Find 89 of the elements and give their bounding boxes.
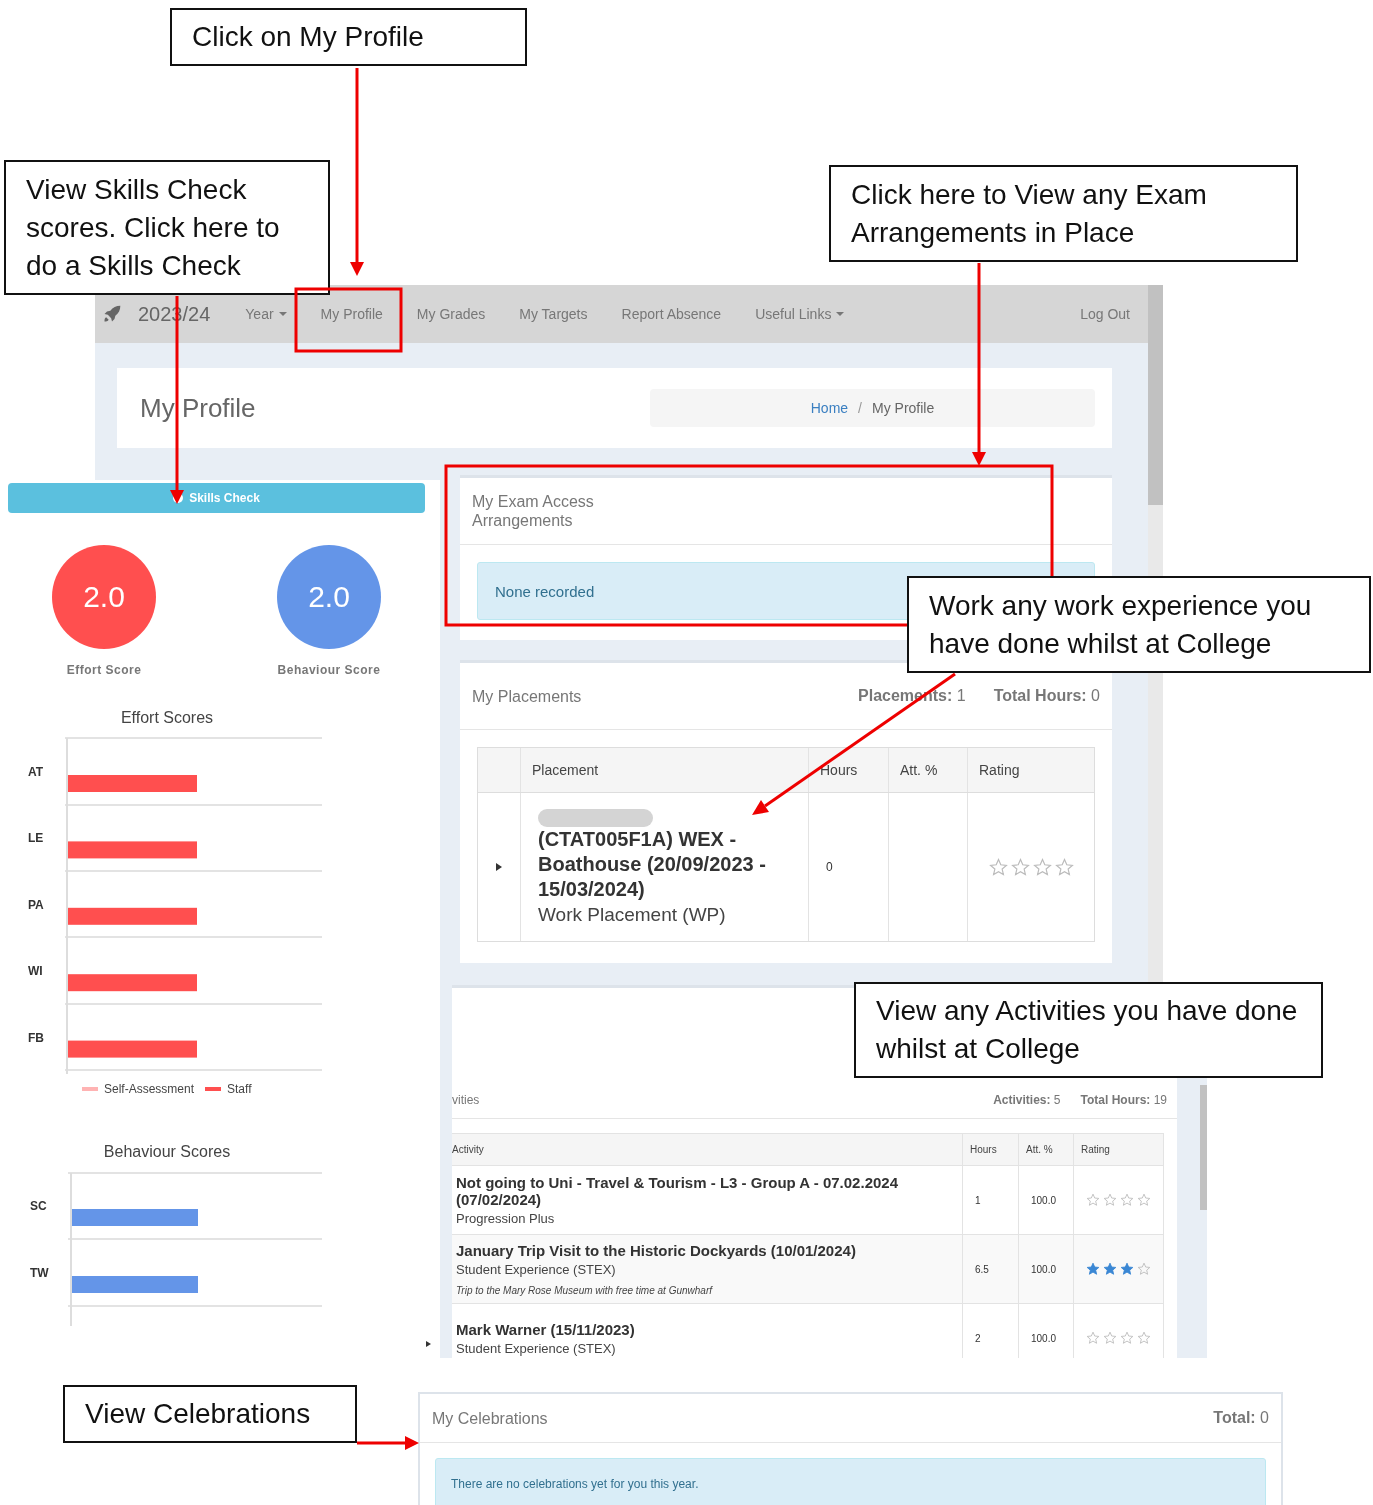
callout-note: Click on My Profile [170, 8, 527, 66]
activity-category: Progression Plus [456, 1211, 555, 1226]
column-header: Hours [970, 1144, 997, 1155]
caret-icon [836, 312, 845, 316]
placement-type: Work Placement (WP) [538, 903, 726, 926]
scrollbar-thumb[interactable] [1200, 1085, 1207, 1210]
nav-link[interactable]: My Targets [502, 306, 605, 322]
chart-title: Behaviour Scores [103, 1143, 231, 1160]
column-header: Hours [820, 762, 858, 778]
callout-note: View Skills Check scores. Click here to do a Skills Check [4, 160, 330, 295]
stat-text: Total: 0 [1213, 1409, 1269, 1427]
star-icon [1103, 1331, 1117, 1345]
callout-note: Work any work experience you have done whilst at College [907, 576, 1371, 673]
placement-title[interactable]: (CTAT005F1A) WEX - Boathouse (20/09/2023 - 15/03/2024) [538, 826, 804, 902]
score-circle: 2.0 [52, 545, 156, 649]
axis-label: SC [30, 1199, 47, 1213]
page-title: My Profile [140, 392, 256, 424]
breadcrumb-current: My Profile [872, 400, 935, 416]
axis-label: FB [28, 1030, 44, 1045]
star-icon [1120, 1331, 1134, 1345]
table-cell: 2 [975, 1332, 981, 1344]
nav-link[interactable]: Year [228, 306, 304, 322]
stat-text: Total Hours: 0 [993, 687, 1100, 705]
star-icon [988, 857, 1008, 877]
expand-icon[interactable] [496, 863, 502, 871]
rocket-icon [102, 304, 122, 324]
table-cell: 100.0 [1031, 1263, 1057, 1275]
column-header: Rating [979, 762, 1020, 778]
skills-check-button[interactable]: Skills Check [8, 483, 425, 513]
callout-note: Click here to View any Exam Arrangements in Place [829, 165, 1298, 262]
card-title: vities [452, 1093, 480, 1107]
activity-title[interactable]: January Trip Visit to the Historic Dockyards (10/01/2024) [456, 1242, 856, 1259]
callout-note: View Celebrations [63, 1385, 357, 1443]
star-icon [1103, 1193, 1117, 1207]
card-title: My Celebrations [432, 1408, 548, 1428]
nav-link[interactable]: My Grades [399, 306, 503, 322]
star-icon [1137, 1262, 1151, 1276]
stat-text: Total Hours: 19 [1080, 1093, 1167, 1107]
column-header: Placement [532, 762, 599, 778]
info-alert: There are no celebrations yet for you this year. [435, 1458, 1266, 1505]
star-icon [1054, 857, 1074, 877]
table-cell: 100.0 [1031, 1332, 1057, 1344]
star-icon [1032, 857, 1052, 877]
star-icon [1137, 1331, 1151, 1345]
card-title: My Placements [472, 686, 582, 706]
star-icon [1103, 1262, 1117, 1276]
activity-title[interactable]: Not going to Uni - Travel & Tourism - L3 - Group A - 07.02.2024 (07/02/2024) [456, 1174, 958, 1208]
logout-link[interactable]: Log Out [1080, 306, 1130, 322]
nav-link[interactable]: Report Absence [604, 306, 739, 322]
legend-item: Staff [205, 1082, 252, 1096]
column-header: Rating [1081, 1144, 1110, 1155]
star-icon [1010, 857, 1030, 877]
nav-link[interactable]: My Profile [303, 306, 400, 322]
column-header: Activity [452, 1144, 484, 1155]
callout-note: View any Activities you have done whilst at College [854, 982, 1323, 1078]
axis-label: PA [28, 897, 44, 912]
score-circle: 2.0 [277, 545, 381, 649]
table-cell: 6.5 [975, 1263, 989, 1275]
activity-title[interactable]: Mark Warner (15/11/2023) [456, 1320, 635, 1338]
axis-label: TW [30, 1266, 49, 1280]
table-cell: 1 [975, 1194, 981, 1206]
axis-label: WI [28, 964, 43, 979]
pointer-arrow [357, 1436, 419, 1450]
breadcrumb-separator: / [858, 400, 862, 416]
chart-title: Effort Scores [120, 709, 214, 726]
table-cell: 100.0 [1031, 1194, 1057, 1206]
table-cell: 0 [826, 860, 833, 874]
stat-text: Activities: 5 [993, 1093, 1061, 1107]
star-icon [1120, 1262, 1134, 1276]
star-icon [1086, 1193, 1100, 1207]
star-icon [1086, 1331, 1100, 1345]
star-icon [1086, 1262, 1100, 1276]
star-icon [1120, 1193, 1134, 1207]
breadcrumb-link[interactable]: Home [810, 400, 849, 416]
axis-label: LE [28, 831, 44, 846]
activity-note: Trip to the Mary Rose Museum with free time at Gunwharf [456, 1285, 712, 1296]
star-icon [1137, 1193, 1151, 1207]
expand-icon[interactable] [426, 1341, 431, 1347]
activity-category: Student Experience (STEX) [456, 1340, 616, 1356]
column-header: Att. % [900, 762, 938, 778]
nav-link[interactable]: Useful Links [738, 306, 862, 322]
column-header: Att. % [1026, 1144, 1053, 1155]
activity-category: Student Experience (STEX) [456, 1262, 616, 1277]
score-label: Effort Score [66, 663, 142, 677]
score-label: Behaviour Score [277, 663, 381, 677]
axis-label: AT [28, 765, 44, 779]
caret-icon [278, 312, 287, 316]
legend-item: Self-Assessment [82, 1082, 195, 1096]
card-title: My Exam Access Arrangements [472, 492, 595, 530]
